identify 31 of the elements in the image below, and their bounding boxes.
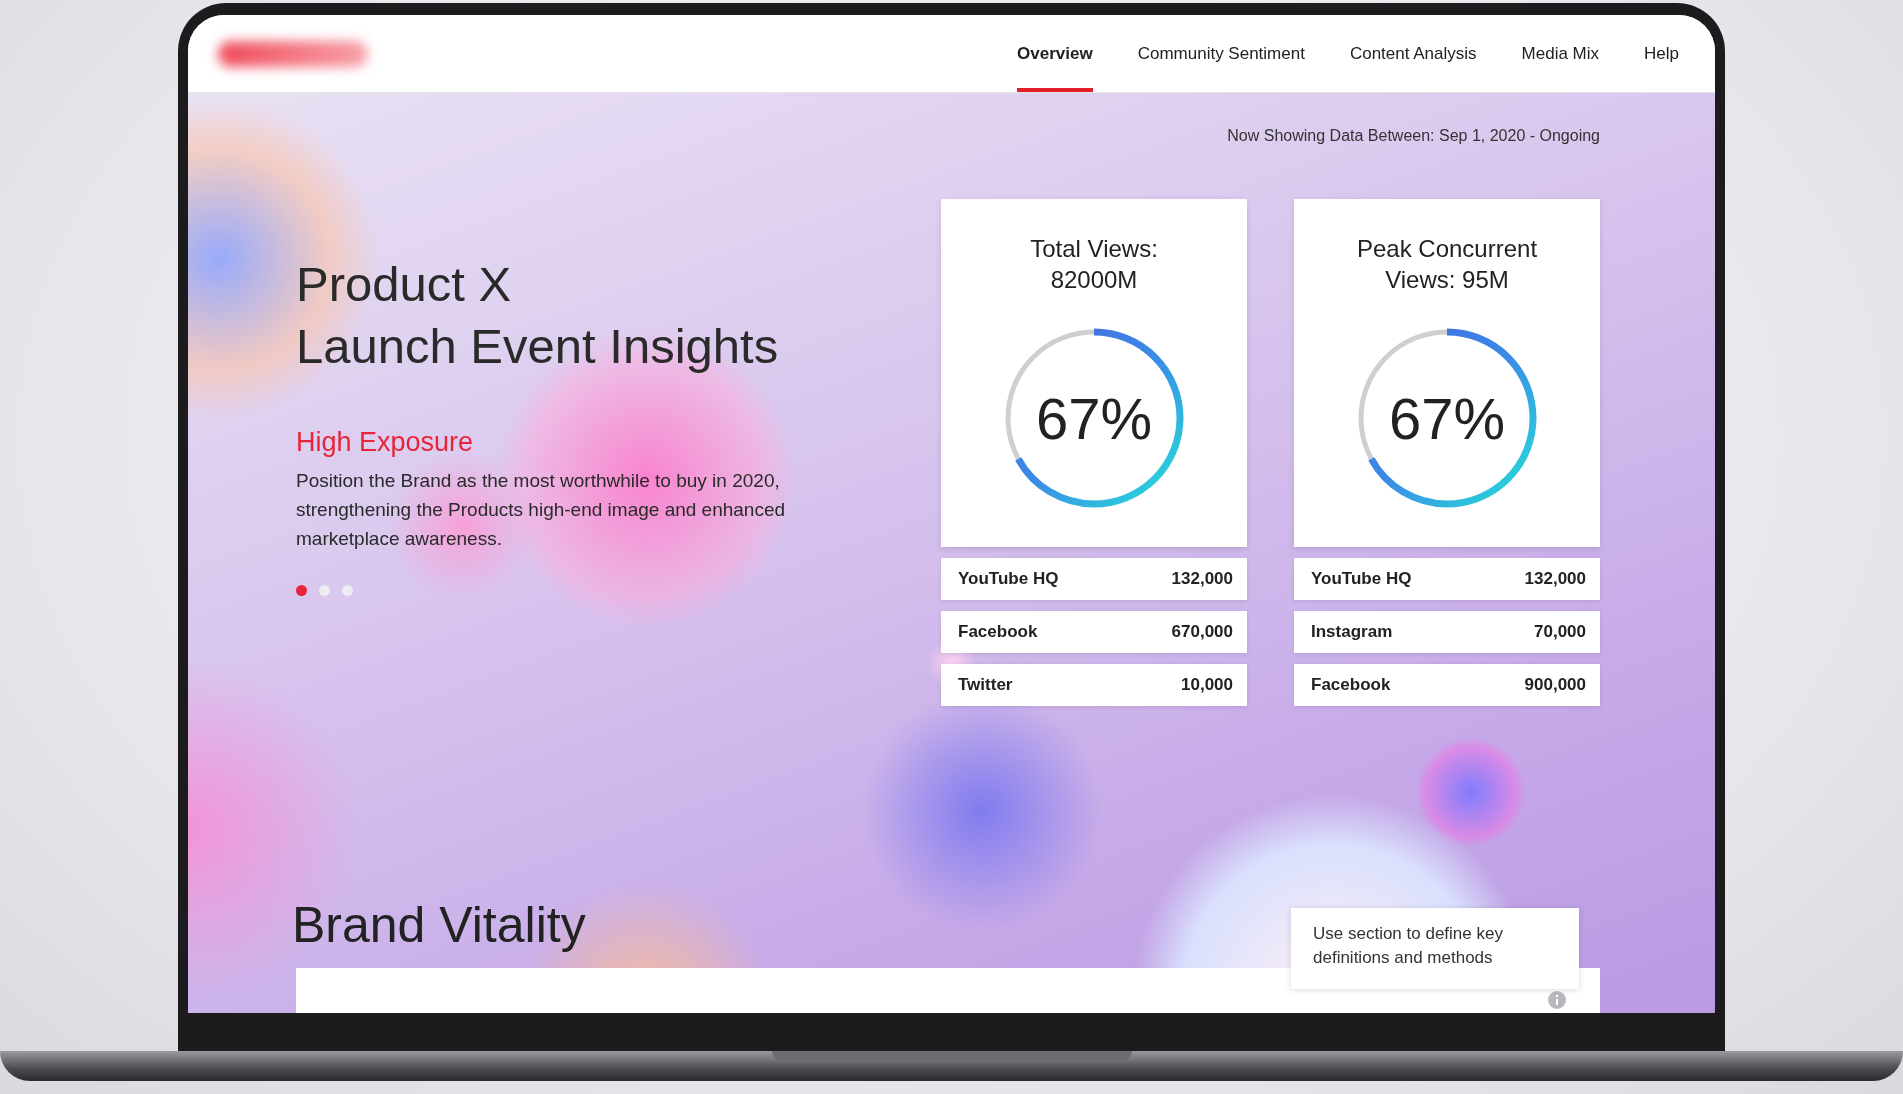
nav-tab[interactable]: Content Analysis xyxy=(1349,15,1477,92)
gauge-reading: 67% xyxy=(1388,384,1506,452)
nav-tab[interactable]: Community Sentiment xyxy=(1137,15,1305,92)
tooltip: Use section to define key definitions and methods xyxy=(1291,908,1579,989)
gauge-reading: 67% xyxy=(1035,384,1153,452)
info-icon[interactable] xyxy=(1548,991,1566,1009)
source-name: Twitter xyxy=(958,675,1013,695)
source-name: YouTube HQ xyxy=(958,569,1059,589)
hero-subtitle: High Exposure xyxy=(296,427,475,458)
card-title: Total Views: 82000M xyxy=(1029,234,1159,295)
nav-tab[interactable]: Media Mix xyxy=(1521,15,1600,92)
carousel-dot[interactable] xyxy=(319,585,330,596)
carousel-dot[interactable] xyxy=(342,585,353,596)
source-name: Facebook xyxy=(958,622,1038,642)
source-name: Instagram xyxy=(1311,622,1393,642)
source-value: 10,000 xyxy=(1181,675,1233,695)
card-title: Peak Concurrent Views: 95M xyxy=(1355,234,1539,295)
hero-title: Product X Launch Event Insights xyxy=(296,256,780,375)
source-value: 670,000 xyxy=(1171,622,1233,642)
hero-description: Position the Brand as the most worthwhile to buy in 2020, strengthening the Products high-end image and enhanced marketplace awareness. xyxy=(296,469,787,551)
carousel-dot[interactable] xyxy=(296,585,307,596)
date-range-text: Now Showing Data Between: Sep 1, 2020 - Ongoing xyxy=(1227,127,1600,145)
source-value: 132,000 xyxy=(1524,569,1586,589)
source-value: 132,000 xyxy=(1171,569,1233,589)
section-title: Brand Vitality xyxy=(292,896,586,954)
source-value: 900,000 xyxy=(1524,675,1586,695)
nav-tab[interactable]: Help xyxy=(1644,15,1679,92)
nav-tab[interactable]: Overview xyxy=(1017,15,1093,92)
source-name: Facebook xyxy=(1311,675,1391,695)
source-name: YouTube HQ xyxy=(1311,569,1412,589)
source-value: 70,000 xyxy=(1534,622,1586,642)
